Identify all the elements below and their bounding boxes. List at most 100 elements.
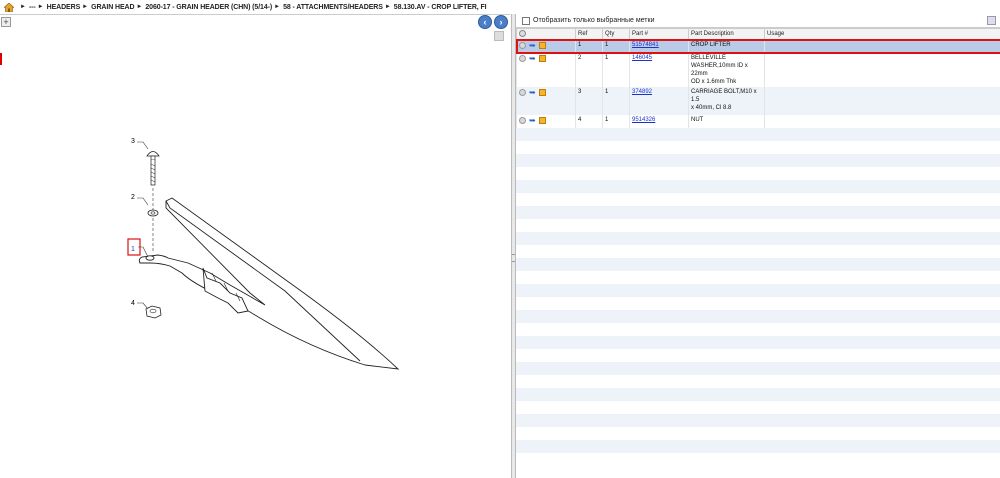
empty-row <box>516 231 1000 245</box>
callout-2[interactable]: 2 <box>131 194 135 201</box>
add-icon[interactable]: + <box>1 17 11 27</box>
parts-table: Ref Qty Part # Part Description Usage ➥ … <box>515 28 1000 128</box>
empty-row <box>516 271 1000 284</box>
return-arrow-icon[interactable]: ➥ <box>529 54 536 62</box>
crop-lifter-part[interactable] <box>138 197 400 370</box>
breadcrumb-separator: ► <box>274 4 281 10</box>
callout-1[interactable]: 1 <box>131 246 135 253</box>
description-line: x 40mm, Cl 8.8 <box>691 104 732 111</box>
package-icon[interactable] <box>539 54 546 62</box>
description-line: BELLEVILLE <box>691 54 727 61</box>
cell-qty: 1 <box>602 114 630 128</box>
parts-diagram[interactable]: 3 2 1 4 <box>110 133 410 383</box>
empty-row <box>516 205 1000 219</box>
pane-scroll-corner[interactable] <box>494 31 504 41</box>
empty-row <box>516 283 1000 297</box>
empty-row <box>516 257 1000 271</box>
back-arrow-icon[interactable]: ‹ <box>478 15 492 29</box>
parts-panel: Отобразить только выбранные метки Ref Qt… <box>515 14 1000 478</box>
empty-row <box>516 309 1000 323</box>
return-arrow-icon[interactable]: ➥ <box>529 42 536 50</box>
empty-row <box>516 167 1000 180</box>
column-header-usage[interactable]: Usage <box>764 28 1000 40</box>
breadcrumb-item-current: 58.130.AV - CROP LIFTER, FI <box>393 3 487 11</box>
cell-description: NUT <box>688 114 765 128</box>
empty-row <box>516 127 1000 141</box>
breadcrumb-item-model[interactable]: 2060-17 - GRAIN HEADER (CHN) (5/14-) <box>145 4 272 11</box>
empty-row <box>516 297 1000 310</box>
cell-usage <box>764 39 1000 53</box>
description-line: WASHER,10mm ID x 22mm <box>691 62 748 77</box>
empty-rows <box>516 127 1000 453</box>
return-arrow-icon[interactable]: ➥ <box>529 88 536 96</box>
info-icon[interactable] <box>519 29 526 37</box>
part-number-link[interactable]: 374892 <box>632 89 652 95</box>
table-row[interactable]: ➥ 4 1 9514326 NUT <box>516 114 1000 128</box>
table-row[interactable]: ➥ 3 1 374892 CARRIAGE BOLT,M10 x 1.5 x 40… <box>516 86 1000 115</box>
column-header-qty[interactable]: Qty <box>602 28 630 40</box>
breadcrumb-separator: ► <box>37 4 44 10</box>
column-header-part[interactable]: Part # <box>629 28 689 40</box>
cell-usage <box>764 114 1000 128</box>
info-icon[interactable] <box>519 116 526 124</box>
breadcrumb-separator: ► <box>136 4 143 10</box>
breadcrumb-item-root[interactable]: --- <box>29 4 36 11</box>
forward-arrow-icon[interactable]: › <box>494 15 508 29</box>
info-icon[interactable] <box>519 42 526 49</box>
breadcrumb-separator: ► <box>82 4 89 10</box>
package-icon[interactable] <box>539 42 546 49</box>
breadcrumb-item-section[interactable]: 58 - ATTACHMENTS/HEADERS <box>283 4 383 11</box>
package-icon[interactable] <box>539 88 546 96</box>
empty-row <box>516 153 1000 167</box>
cell-ref: 3 <box>575 86 603 115</box>
package-icon[interactable] <box>539 116 546 124</box>
breadcrumb-item-headers[interactable]: HEADERS <box>47 4 81 11</box>
part-number-link[interactable]: 9514326 <box>632 117 655 123</box>
empty-row <box>516 349 1000 362</box>
empty-row <box>516 245 1000 258</box>
cell-usage <box>764 86 1000 115</box>
empty-row <box>516 193 1000 206</box>
part-number-link[interactable]: 146045 <box>632 55 652 61</box>
breadcrumb-separator: ► <box>20 4 26 10</box>
column-header-ref[interactable]: Ref <box>575 28 603 40</box>
washer-part[interactable] <box>147 209 159 217</box>
filter-bar: Отобразить только выбранные метки <box>516 14 1000 28</box>
cell-qty: 1 <box>602 52 630 87</box>
column-header-actions[interactable] <box>516 28 576 40</box>
breadcrumb: ► --- ► HEADERS ► GRAIN HEAD ► 2060-17 -… <box>0 0 1000 14</box>
panel-options-icon[interactable] <box>987 16 996 25</box>
drawing-pane: + ‹ › 3 2 1 4 <box>0 14 510 478</box>
empty-row <box>516 335 1000 349</box>
carriage-bolt-part[interactable] <box>146 151 160 186</box>
table-row[interactable]: ➥ 1 1 51574841 CROP LIFTER <box>515 38 1000 54</box>
column-header-description[interactable]: Part Description <box>688 28 765 40</box>
cell-qty: 1 <box>602 39 630 53</box>
cell-usage <box>764 52 1000 87</box>
info-icon[interactable] <box>519 88 526 96</box>
description-line: OD x 1.6mm Thk <box>691 78 737 85</box>
splitter-grip[interactable] <box>512 254 515 262</box>
empty-row <box>516 323 1000 336</box>
part-number-link[interactable]: 51574841 <box>632 42 659 48</box>
show-selected-label[interactable]: Отобразить только выбранные метки <box>533 17 654 24</box>
home-icon[interactable] <box>4 2 14 12</box>
breadcrumb-item-grain-head[interactable]: GRAIN HEAD <box>91 4 134 11</box>
cell-description: CARRIAGE BOLT,M10 x 1.5 x 40mm, Cl 8.8 <box>688 86 765 115</box>
cell-description: BELLEVILLE WASHER,10mm ID x 22mm OD x 1.6m… <box>688 52 765 87</box>
show-selected-checkbox[interactable] <box>522 16 530 25</box>
empty-row <box>516 439 1000 453</box>
empty-row <box>516 361 1000 375</box>
return-arrow-icon[interactable]: ➥ <box>529 116 536 124</box>
empty-row <box>516 141 1000 154</box>
empty-row <box>516 219 1000 232</box>
table-row[interactable]: ➥ 2 1 146045 BELLEVILLE WASHER,10mm ID x … <box>516 52 1000 87</box>
empty-row <box>516 375 1000 388</box>
empty-row <box>516 427 1000 440</box>
cell-description: CROP LIFTER <box>688 39 765 53</box>
callout-3[interactable]: 3 <box>131 138 135 145</box>
nut-part[interactable] <box>145 305 162 319</box>
breadcrumb-separator: ► <box>384 4 391 10</box>
info-icon[interactable] <box>519 54 526 62</box>
callout-4[interactable]: 4 <box>131 300 135 307</box>
